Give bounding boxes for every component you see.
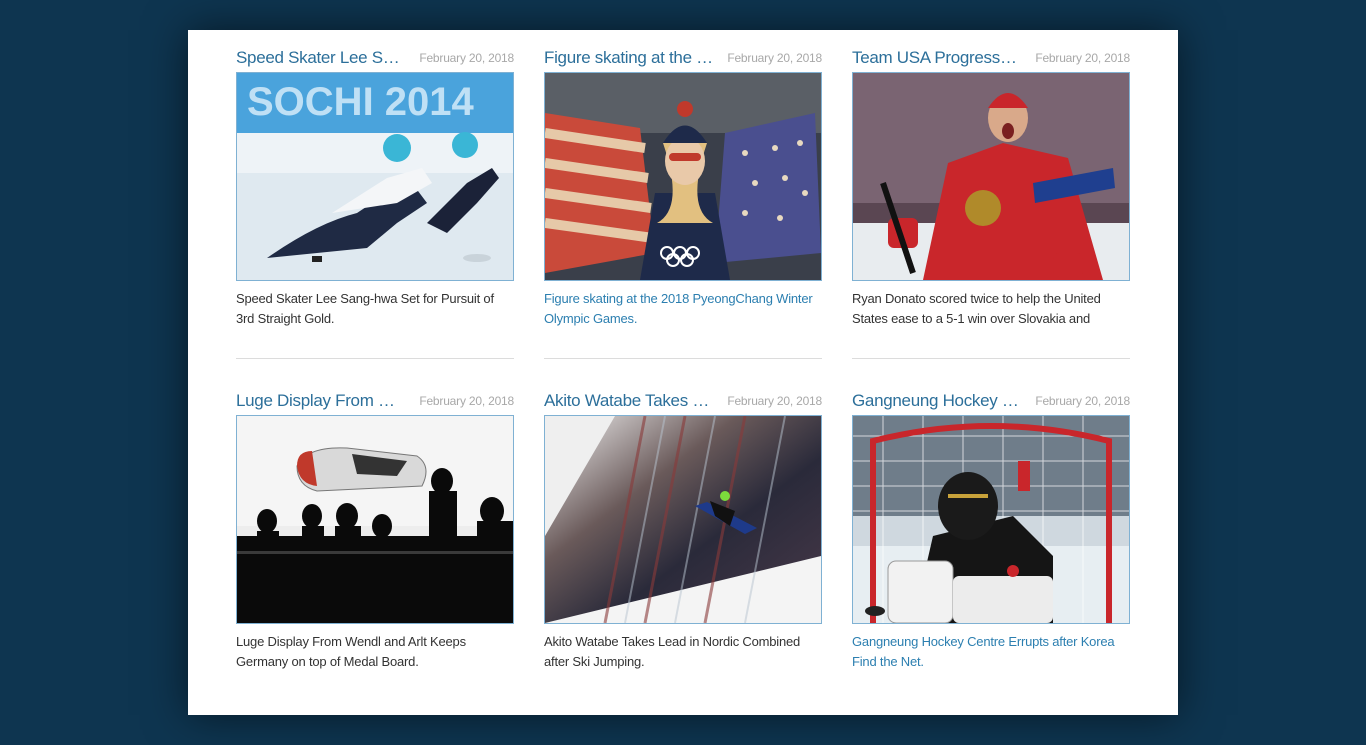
- card-thumbnail[interactable]: [852, 72, 1130, 281]
- card-header: Figure skating at the 2... February 20, …: [544, 44, 822, 72]
- card-header: Akito Watabe Takes Lea... February 20, 2…: [544, 387, 822, 415]
- news-card: Gangneung Hockey Ce... February 20, 2018: [852, 387, 1130, 730]
- hockey-goalie-image: [853, 416, 1129, 623]
- card-title-link[interactable]: Team USA Progresses ...: [852, 48, 1022, 68]
- card-description-link[interactable]: Figure skating at the 2018 PyeongChang W…: [544, 289, 822, 331]
- speed-skating-image: SOCHI 2014: [237, 73, 513, 280]
- card-date: February 20, 2018: [727, 394, 822, 408]
- news-card: Team USA Progresses ... February 20, 201…: [852, 44, 1130, 387]
- fan-flags-image: [545, 73, 821, 280]
- news-card: Speed Skater Lee Sang... February 20, 20…: [236, 44, 514, 387]
- news-panel: Speed Skater Lee Sang... February 20, 20…: [188, 30, 1178, 715]
- card-description: Luge Display From Wendl and Arlt Keeps G…: [236, 634, 466, 669]
- card-divider: [236, 358, 514, 359]
- card-title-link[interactable]: Luge Display From We...: [236, 391, 406, 411]
- card-date: February 20, 2018: [1035, 51, 1130, 65]
- news-grid: Speed Skater Lee Sang... February 20, 20…: [236, 44, 1131, 730]
- card-header: Gangneung Hockey Ce... February 20, 2018: [852, 387, 1130, 415]
- news-card: Luge Display From We... February 20, 201…: [236, 387, 514, 730]
- card-description: Speed Skater Lee Sang-hwa Set for Pursui…: [236, 291, 494, 326]
- card-description-link[interactable]: Gangneung Hockey Centre Errupts after Ko…: [852, 632, 1130, 674]
- card-date: February 20, 2018: [1035, 394, 1130, 408]
- card-header: Speed Skater Lee Sang... February 20, 20…: [236, 44, 514, 72]
- card-header: Luge Display From We... February 20, 201…: [236, 387, 514, 415]
- card-divider: [852, 358, 1130, 359]
- card-title-link[interactable]: Figure skating at the 2...: [544, 48, 714, 68]
- card-title-link[interactable]: Akito Watabe Takes Lea...: [544, 391, 714, 411]
- card-title-link[interactable]: Gangneung Hockey Ce...: [852, 391, 1022, 411]
- card-date: February 20, 2018: [727, 51, 822, 65]
- card-description: Akito Watabe Takes Lead in Nordic Combin…: [544, 634, 801, 669]
- card-divider: [544, 358, 822, 359]
- hockey-celebration-image: [853, 73, 1129, 280]
- card-thumbnail[interactable]: [544, 72, 822, 281]
- bobsled-image: [237, 416, 513, 623]
- card-date: February 20, 2018: [419, 51, 514, 65]
- card-thumbnail[interactable]: SOCHI 2014: [236, 72, 514, 281]
- banner-text: SOCHI 2014: [247, 80, 475, 124]
- card-thumbnail[interactable]: [852, 415, 1130, 624]
- news-card: Figure skating at the 2... February 20, …: [544, 44, 822, 387]
- card-header: Team USA Progresses ... February 20, 201…: [852, 44, 1130, 72]
- card-title-link[interactable]: Speed Skater Lee Sang...: [236, 48, 406, 68]
- news-card: Akito Watabe Takes Lea... February 20, 2…: [544, 387, 822, 730]
- card-thumbnail[interactable]: [544, 415, 822, 624]
- ski-jump-image: [545, 416, 821, 623]
- card-description: Ryan Donato scored twice to help the Uni…: [852, 291, 1101, 326]
- card-date: February 20, 2018: [419, 394, 514, 408]
- card-thumbnail[interactable]: [236, 415, 514, 624]
